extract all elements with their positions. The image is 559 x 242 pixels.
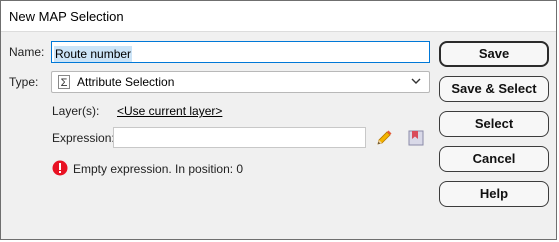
use-current-layer-link[interactable]: <Use current layer> [117, 104, 222, 118]
title-bar: New MAP Selection [1, 1, 556, 32]
error-icon [52, 160, 68, 176]
cancel-button[interactable]: Cancel [439, 146, 549, 172]
new-map-selection-dialog: New MAP Selection Name: Route number Typ… [0, 0, 557, 240]
select-button[interactable]: Select [439, 111, 549, 137]
name-input[interactable]: Route number [51, 41, 430, 63]
save-button[interactable]: Save [439, 41, 549, 67]
type-label: Type: [9, 75, 39, 89]
sigma-icon: Σ [58, 75, 70, 89]
layers-label: Layer(s): [52, 104, 100, 118]
expression-input[interactable] [113, 127, 366, 148]
help-button[interactable]: Help [439, 181, 549, 207]
error-message: Empty expression. In position: 0 [73, 162, 244, 176]
save-and-select-button[interactable]: Save & Select [439, 76, 549, 102]
expression-label: Expression: [52, 131, 115, 145]
name-input-value: Route number [54, 46, 133, 62]
bookmark-icon[interactable] [408, 130, 424, 146]
type-dropdown-value: Attribute Selection [77, 75, 175, 89]
type-dropdown[interactable]: Σ Attribute Selection [51, 71, 430, 93]
pencil-icon[interactable] [375, 129, 393, 147]
name-label: Name: [9, 45, 45, 59]
chevron-down-icon[interactable] [411, 78, 421, 85]
window-title: New MAP Selection [9, 9, 124, 24]
